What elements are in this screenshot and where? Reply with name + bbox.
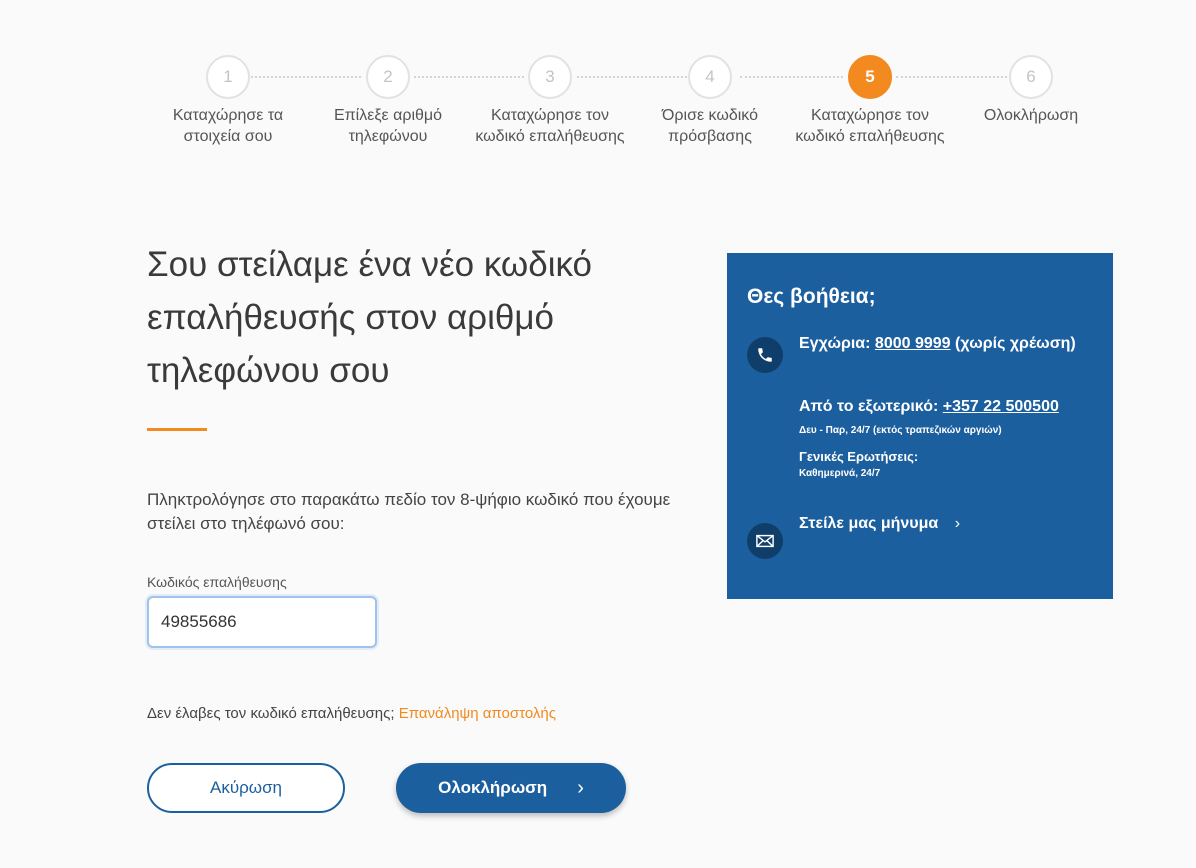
title-underline: [147, 428, 207, 431]
mail-icon: [747, 523, 783, 559]
cancel-button[interactable]: Ακύρωση: [147, 763, 345, 813]
step-number: 5: [848, 55, 892, 99]
step-label: Επίλεξε αριθμό τηλεφώνου: [333, 107, 443, 145]
step-number: 6: [1009, 55, 1053, 99]
step-3: 3 Καταχώρησε τον κωδικό επαλήθευσης: [470, 55, 630, 147]
step-label: Καταχώρησε τον κωδικό επαλήθευσης: [795, 107, 945, 145]
step-label: Καταχώρησε τον κωδικό επαλήθευσης: [475, 107, 625, 145]
step-label: Όρισε κωδικό πρόσβασης: [662, 107, 758, 145]
verification-code-input[interactable]: [147, 596, 377, 648]
local-phone-info: Εγχώρια: 8000 9999 (χωρίς χρέωση): [799, 333, 1099, 355]
step-number: 1: [206, 55, 250, 99]
step-number: 2: [366, 55, 410, 99]
chevron-right-icon: ›: [577, 776, 584, 799]
abroad-phone-link[interactable]: +357 22 500500: [943, 398, 1059, 415]
abroad-phone-info: Από το εξωτερικό: +357 22 500500: [799, 398, 1099, 416]
help-panel: Θες βοήθεια; Εγχώρια: 8000 9999 (χωρίς χ…: [727, 253, 1113, 599]
help-title: Θες βοήθεια;: [747, 285, 876, 308]
abroad-prefix: Από το εξωτερικό:: [799, 398, 939, 415]
step-6: 6 Ολοκλήρωση: [951, 55, 1111, 126]
step-4: 4 Όρισε κωδικό πρόσβασης: [630, 55, 790, 147]
general-hours: Καθημερινά, 24/7: [799, 468, 881, 479]
step-1: 1 Καταχώρησε τα στοιχεία σου: [148, 55, 308, 147]
progress-stepper: 1 Καταχώρησε τα στοιχεία σου 2 Επίλεξε α…: [0, 0, 1196, 200]
resend-code-link[interactable]: Επανάληψη αποστολής: [399, 705, 556, 722]
abroad-hours: Δευ - Παρ, 24/7 (εκτός τραπεζικών αργιών…: [799, 425, 1002, 436]
finish-button[interactable]: Ολοκλήρωση ›: [396, 763, 626, 813]
step-number: 3: [528, 55, 572, 99]
resend-prompt: Δεν έλαβες τον κωδικό επαλήθευσης;: [147, 705, 395, 722]
page-title: Σου στείλαμε ένα νέο κωδικό επαλήθευσής …: [147, 245, 593, 390]
send-message-label: Στείλε μας μήνυμα: [799, 515, 939, 532]
step-5: 5 Καταχώρησε τον κωδικό επαλήθευσης: [790, 55, 950, 147]
local-phone-link[interactable]: 8000 9999: [875, 335, 951, 352]
phone-icon: [747, 337, 783, 373]
chevron-right-icon: ›: [954, 515, 961, 532]
cancel-button-label: Ακύρωση: [209, 778, 283, 797]
general-questions-label: Γενικές Ερωτήσεις:: [799, 449, 919, 464]
step-2: 2 Επίλεξε αριθμό τηλεφώνου: [308, 55, 468, 147]
local-prefix: Εγχώρια:: [799, 335, 871, 352]
code-field-label: Κωδικός επαλήθευσης: [147, 574, 287, 590]
resend-row: Δεν έλαβες τον κωδικό επαλήθευσης; Επανά…: [147, 705, 556, 722]
step-number: 4: [688, 55, 732, 99]
step-label: Ολοκλήρωση: [983, 107, 1079, 124]
instructions-text: Πληκτρολόγησε στο παρακάτω πεδίο τον 8-ψ…: [147, 490, 671, 533]
finish-button-label: Ολοκλήρωση: [438, 778, 548, 797]
send-message-link[interactable]: Στείλε μας μήνυμα ›: [799, 515, 1099, 533]
local-suffix: (χωρίς χρέωση): [955, 335, 1076, 352]
step-label: Καταχώρησε τα στοιχεία σου: [172, 107, 284, 145]
